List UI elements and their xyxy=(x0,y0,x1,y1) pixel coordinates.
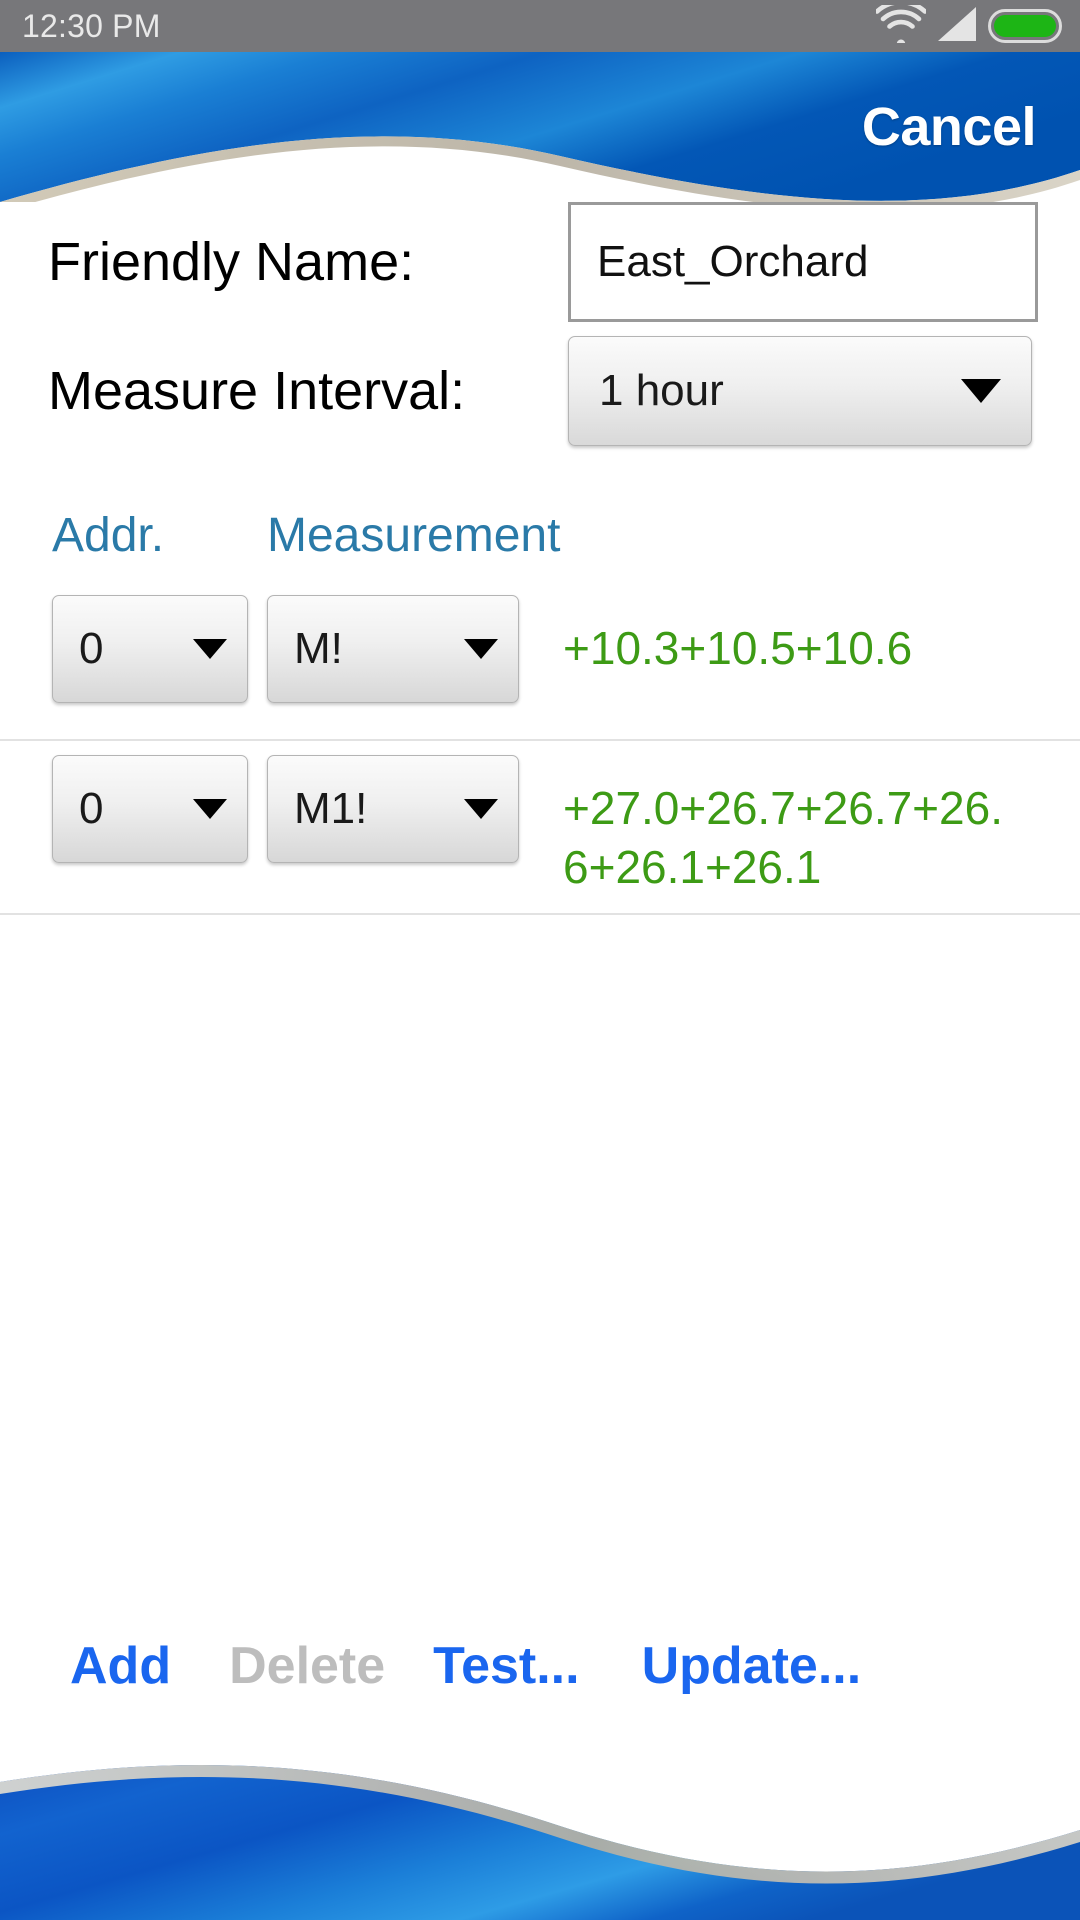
measurement-value: M1! xyxy=(294,784,368,833)
friendly-name-label: Friendly Name: xyxy=(48,232,415,292)
chevron-down-icon xyxy=(464,639,498,659)
addr-value: 0 xyxy=(79,784,104,833)
friendly-name-input[interactable] xyxy=(568,202,1038,322)
column-header-measurement: Measurement xyxy=(267,509,561,562)
measure-interval-label: Measure Interval: xyxy=(48,361,466,421)
measurement-cell: M! xyxy=(267,595,529,703)
measurement-cell: M1! xyxy=(267,755,529,863)
battery-icon xyxy=(988,9,1062,43)
addr-select[interactable]: 0 xyxy=(52,595,248,703)
test-button[interactable]: Test... xyxy=(433,1636,579,1696)
chevron-down-icon xyxy=(464,799,498,819)
delete-button: Delete xyxy=(229,1637,386,1695)
chevron-down-icon xyxy=(193,799,227,819)
measurement-table: Addr. Measurement 0 M! +10.3+10.5+10.6 0… xyxy=(0,508,1080,915)
measure-interval-value: 1 hour xyxy=(599,366,724,415)
measure-interval-row: Measure Interval: 1 hour xyxy=(0,336,1080,446)
reading-value: +27.0+26.7+26.7+26.6+26.1+26.1 xyxy=(563,782,1003,893)
cancel-button[interactable]: Cancel xyxy=(862,96,1037,158)
app-root: 12:30 PM Cancel Friendly Name: East_Orch… xyxy=(0,0,1080,1920)
addr-value: 0 xyxy=(79,624,104,673)
settings-form: Friendly Name: Measure Interval: 1 hour xyxy=(0,202,1080,460)
reading-value: +10.3+10.5+10.6 xyxy=(563,622,913,674)
table-header: Addr. Measurement xyxy=(0,508,1080,563)
reading-cell: +27.0+26.7+26.7+26.6+26.1+26.1 xyxy=(529,755,1028,897)
measurement-value: M! xyxy=(294,624,343,673)
table-row: 0 M1! +27.0+26.7+26.7+26.6+26.1+26.1 xyxy=(0,741,1080,915)
chevron-down-icon xyxy=(193,639,227,659)
table-row: 0 M! +10.3+10.5+10.6 xyxy=(0,581,1080,741)
update-button[interactable]: Update... xyxy=(642,1636,862,1696)
footer-banner xyxy=(0,1730,1080,1920)
add-button[interactable]: Add xyxy=(70,1636,171,1696)
measurement-select[interactable]: M! xyxy=(267,595,519,703)
status-time: 12:30 PM xyxy=(22,7,161,44)
addr-cell: 0 xyxy=(52,755,267,863)
measure-interval-select[interactable]: 1 hour xyxy=(568,336,1032,446)
status-bar: 12:30 PM xyxy=(0,0,1080,52)
wifi-icon xyxy=(874,0,928,48)
addr-select[interactable]: 0 xyxy=(52,755,248,863)
friendly-name-row: Friendly Name: xyxy=(0,202,1080,322)
measurement-select[interactable]: M1! xyxy=(267,755,519,863)
status-icon-group xyxy=(874,0,1062,48)
addr-cell: 0 xyxy=(52,595,267,703)
chevron-down-icon xyxy=(961,379,1001,403)
action-bar: Add Delete Test... Update... xyxy=(0,1636,1080,1696)
signal-triangle-icon xyxy=(936,6,978,47)
column-header-addr: Addr. xyxy=(52,509,165,562)
reading-cell: +10.3+10.5+10.6 xyxy=(529,595,1028,678)
